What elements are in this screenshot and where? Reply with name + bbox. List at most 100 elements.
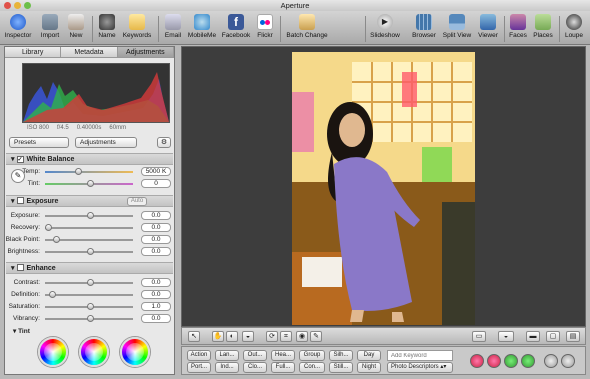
close-icon[interactable] [4,2,11,9]
black-point-knob[interactable] [53,236,60,243]
previous-icon[interactable] [544,354,558,368]
mobileme-button[interactable]: MobileMe [186,14,218,44]
slideshow-button[interactable]: ▶ Slideshow [369,14,401,44]
exposure-checkbox[interactable] [16,197,24,204]
adjustments-popup[interactable]: Adjustments [75,137,137,148]
email-button[interactable]: Email [162,14,184,44]
white-balance-header[interactable]: ▾ ✓ White Balance [6,153,173,165]
keyword-set-popup[interactable]: Photo Descriptors ▴▾ [387,362,453,373]
tint-wheel-white[interactable] [120,337,150,367]
white-balance-checkbox[interactable]: ✓ [16,156,24,163]
definition-slider[interactable] [45,294,133,296]
rating-down-icon[interactable] [487,354,501,368]
exposure-field[interactable]: 0.0 [141,211,171,220]
keyword-button[interactable]: Silh... [329,350,353,361]
select-tool-icon[interactable]: ↖ [188,331,200,342]
stamp-tool-icon[interactable]: ◐ [226,331,238,342]
recovery-knob[interactable] [45,224,52,231]
keyword-button[interactable]: Night [357,362,381,373]
definition-knob[interactable] [49,291,56,298]
faces-button[interactable]: Faces [507,14,529,44]
recovery-field[interactable]: 0.0 [141,223,171,232]
keyword-button[interactable]: Full... [271,362,295,373]
tint-wheel-black[interactable] [38,337,68,367]
name-button[interactable]: Name [96,14,118,44]
temp-field[interactable]: 5000 K [141,167,171,176]
inspector-button[interactable]: Inspector [4,14,32,44]
enhance-checkbox[interactable] [16,264,24,271]
saturation-field[interactable]: 1.0 [141,302,171,311]
brightness-knob[interactable] [87,248,94,255]
definition-field[interactable]: 0.0 [141,290,171,299]
metadata-overlay-icon[interactable]: ▬ [526,331,540,342]
hand-tool-icon[interactable]: ✋ [212,331,224,342]
flickr-button[interactable]: Flickr [254,14,276,44]
exposure-header[interactable]: ▾ Exposure Auto [6,195,173,207]
keyword-button[interactable]: Ind... [215,362,239,373]
contrast-knob[interactable] [87,279,94,286]
vibrancy-field[interactable]: 0.0 [141,314,171,323]
red-eye-tool-icon[interactable]: ◉ [296,331,308,342]
recovery-slider[interactable] [45,227,133,229]
photo[interactable] [292,52,475,325]
saturation-knob[interactable] [87,303,94,310]
contrast-field[interactable]: 0.0 [141,278,171,287]
import-button[interactable]: Import [38,14,62,44]
keyword-button[interactable]: Hea... [271,350,295,361]
keywords-button[interactable]: Keywords [122,14,152,44]
brush-tool-icon[interactable]: ✎ [310,331,322,342]
view-options-icon[interactable]: ◒ [498,331,514,342]
auto-exposure-button[interactable]: Auto [127,197,147,206]
straighten-tool-icon[interactable]: ⟳ [266,331,278,342]
tint-wheel-gray[interactable] [79,337,109,367]
keyword-button[interactable]: Out... [243,350,267,361]
next-icon[interactable] [561,354,575,368]
main-viewer-icon[interactable]: ▢ [546,331,560,342]
gear-icon[interactable]: ⚙ [157,137,171,148]
keyword-button[interactable]: Still... [329,362,353,373]
separator [365,16,366,42]
tint-field[interactable]: 0 [141,179,171,188]
minimize-icon[interactable] [14,2,21,9]
batch-change-button[interactable]: Batch Change [285,14,329,44]
presets-popup[interactable]: Presets [9,137,69,148]
tab-metadata[interactable]: Metadata [61,47,118,58]
black-point-field[interactable]: 0.0 [141,235,171,244]
places-button[interactable]: Places [531,14,555,44]
filmstrip-icon[interactable]: ▭ [472,331,486,342]
lift-tool-icon[interactable]: ◒ [242,331,254,342]
temp-slider[interactable] [45,171,133,173]
vibrancy-knob[interactable] [87,315,94,322]
select-icon[interactable] [521,354,535,368]
keyword-button[interactable]: Lan... [215,350,239,361]
exposure-knob[interactable] [87,212,94,219]
fullscreen-icon[interactable]: ▤ [566,331,580,342]
add-keyword-field[interactable] [387,350,453,361]
tab-adjustments[interactable]: Adjustments [117,47,174,58]
rating-up-icon[interactable] [504,354,518,368]
keyword-button[interactable]: Port... [187,362,211,373]
toolbar: Inspector Import New Name Keywords Email… [0,11,590,45]
brightness-field[interactable]: 0.0 [141,247,171,256]
zoom-icon[interactable] [24,2,31,9]
keyword-button[interactable]: Clo... [243,362,267,373]
facebook-button[interactable]: f Facebook [221,14,251,44]
new-button[interactable]: New [65,14,87,44]
keyword-button[interactable]: Day [357,350,381,361]
tint-knob[interactable] [87,180,94,187]
reject-icon[interactable] [470,354,484,368]
tab-library[interactable]: Library [5,47,62,58]
crop-tool-icon[interactable]: ⌗ [280,331,292,342]
enhance-header[interactable]: ▾ Enhance [6,262,173,274]
keyword-button[interactable]: Action [187,350,211,361]
browser-button[interactable]: Browser [411,14,437,44]
grid-icon [416,14,432,30]
loupe-button[interactable]: Loupe [562,14,586,44]
keyword-button[interactable]: Con... [299,362,325,373]
split-view-button[interactable]: Split View [441,14,473,44]
split-view-icon [449,14,465,30]
temp-knob[interactable] [75,168,82,175]
keyword-button[interactable]: Group [299,350,325,361]
viewer-button[interactable]: Viewer [476,14,500,44]
tint-subheader[interactable]: ▾ Tint [13,327,30,335]
